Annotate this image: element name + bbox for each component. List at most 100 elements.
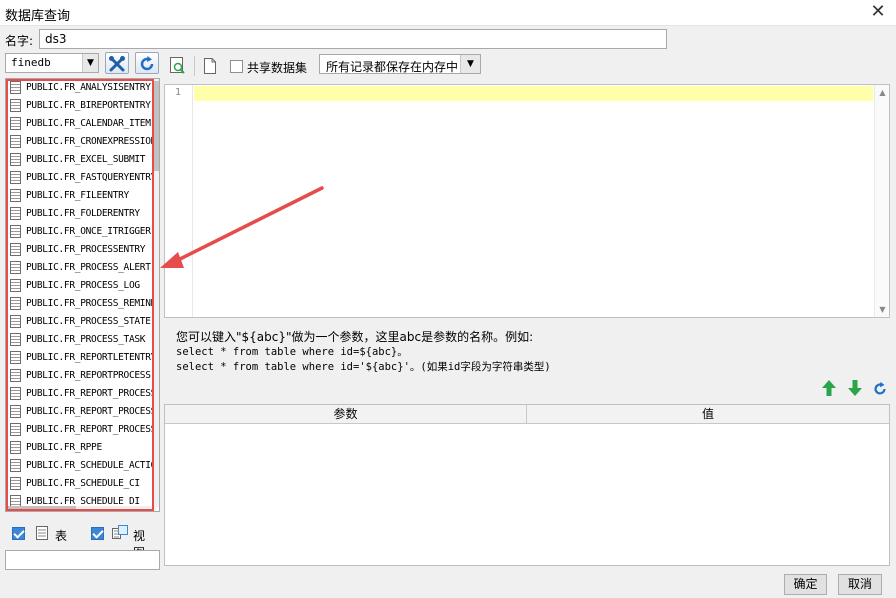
datasource-value: finedb (11, 56, 51, 69)
table-name: PUBLIC.FR_EXCEL_SUBMIT (26, 154, 146, 165)
column-header-param[interactable]: 参数 (165, 405, 527, 424)
table-search-input[interactable] (5, 550, 160, 570)
table-icon (10, 243, 21, 256)
chevron-down-icon: ▼ (82, 54, 98, 72)
title-bar: 数据库查询 ✕ (0, 0, 896, 26)
table-name: PUBLIC.FR_SCHEDULE_ACTION (26, 460, 156, 471)
table-name: PUBLIC.FR_PROCESS_LOG (26, 280, 140, 291)
table-list-item[interactable]: PUBLIC.FR_PROCESS_STATE (6, 313, 156, 331)
table-name: PUBLIC.FR_FOLDERENTRY (26, 208, 140, 219)
table-list-item[interactable]: PUBLIC.FR_ONCE_ITRIGGER (6, 223, 156, 241)
table-list-item[interactable]: PUBLIC.FR_REPORTLETENTRY (6, 349, 156, 367)
share-dataset-label: 共享数据集 (247, 61, 308, 75)
table-list-item[interactable]: PUBLIC.FR_EXCEL_SUBMIT (6, 151, 156, 169)
table-icon (10, 369, 21, 382)
connection-settings-button[interactable] (105, 52, 129, 74)
table-list-item[interactable]: PUBLIC.FR_REPORT_PROCESS (6, 385, 156, 403)
table-name: PUBLIC.FR_PROCESS_REMIND (26, 298, 156, 309)
table-name: PUBLIC.FR_PROCESS_ALERT (26, 262, 151, 273)
parameter-hint: 您可以键入"${abc}"做为一个参数，这里abc是参数的名称。例如: sele… (176, 330, 551, 375)
column-header-value[interactable]: 值 (527, 405, 889, 424)
table-name: PUBLIC.FR_CRONEXPRESSION (26, 136, 156, 147)
preview-icon[interactable] (170, 57, 186, 78)
table-list-item[interactable]: PUBLIC.FR_FOLDERENTRY (6, 205, 156, 223)
table-name: PUBLIC.FR_FASTQUERYENTRY (26, 172, 156, 183)
table-list-item[interactable]: PUBLIC.FR_PROCESSENTRY (6, 241, 156, 259)
name-input[interactable] (39, 29, 667, 49)
table-list[interactable]: PUBLIC.FR_ANALYSISENTRY PUBLIC.FR_BIREPOR… (5, 78, 160, 512)
table-list-item[interactable]: PUBLIC.FR_RPPE (6, 439, 156, 457)
table-name: PUBLIC.FR_ONCE_ITRIGGER (26, 226, 151, 237)
table-icon (10, 225, 21, 238)
table-list-item[interactable]: PUBLIC.FR_BIREPORTENTRY (6, 97, 156, 115)
name-label: 名字: (5, 34, 34, 48)
view-checkbox[interactable] (91, 527, 104, 540)
table-icon (10, 459, 21, 472)
scroll-thumb[interactable] (154, 81, 159, 171)
hint-line-3: select * from table where id='${abc}'。(如… (176, 361, 551, 373)
vertical-scrollbar[interactable] (154, 79, 159, 507)
hint-line-2: select * from table where id=${abc}。 (176, 346, 408, 358)
table-name: PUBLIC.FR_REPORT_PROCESS_TASK (26, 424, 156, 435)
table-list-item[interactable]: PUBLIC.FR_PROCESS_LOG (6, 277, 156, 295)
table-list-item[interactable]: PUBLIC.FR_REPORT_PROCESS_TASK (6, 421, 156, 439)
ok-button[interactable]: 确定 (784, 574, 827, 595)
close-icon[interactable]: ✕ (866, 1, 890, 25)
refresh-icon (140, 56, 154, 71)
cancel-button[interactable]: 取消 (838, 574, 882, 595)
table-list-item[interactable]: PUBLIC.FR_FASTQUERYENTRY (6, 169, 156, 187)
table-icon (10, 297, 21, 310)
refresh-params-icon[interactable] (872, 381, 888, 400)
table-icon (10, 81, 21, 94)
memory-mode-select[interactable]: 所有记录都保存在内存中 ▼ (319, 54, 481, 74)
refresh-tables-button[interactable] (135, 52, 159, 74)
table-list-item[interactable]: PUBLIC.FR_ANALYSISENTRY (6, 79, 156, 97)
table-name: PUBLIC.FR_PROCESS_TASK (26, 334, 146, 345)
horizontal-scrollbar[interactable] (6, 506, 156, 511)
table-icon (10, 189, 21, 202)
new-document-icon[interactable] (204, 58, 216, 77)
share-dataset-checkbox[interactable] (230, 60, 243, 73)
table-icon (10, 99, 21, 112)
table-list-item[interactable]: PUBLIC.FR_CRONEXPRESSION (6, 133, 156, 151)
table-filter-label: 表 (55, 529, 68, 543)
table-name: PUBLIC.FR_CALENDAR_ITEM (26, 118, 151, 129)
scroll-thumb[interactable] (8, 506, 76, 511)
table-list-item[interactable]: PUBLIC.FR_FILEENTRY (6, 187, 156, 205)
table-list-item[interactable]: PUBLIC.FR_PROCESS_ALERT (6, 259, 156, 277)
table-icon (10, 441, 21, 454)
scroll-down-icon[interactable]: ▼ (875, 302, 889, 317)
table-list-item[interactable]: PUBLIC.FR_CALENDAR_ITEM (6, 115, 156, 133)
sql-editor[interactable]: 1 ▲ ▼ (164, 84, 890, 318)
datasource-select[interactable]: finedb ▼ (5, 53, 99, 73)
table-list-item[interactable]: PUBLIC.FR_REPORT_PROCESS_LOG (6, 403, 156, 421)
line-number: 1 (174, 87, 181, 98)
table-items: PUBLIC.FR_ANALYSISENTRY PUBLIC.FR_BIREPOR… (6, 79, 156, 511)
move-up-icon[interactable] (822, 380, 836, 399)
table-name: PUBLIC.FR_REPORT_PROCESS_LOG (26, 406, 156, 417)
table-list-item[interactable]: PUBLIC.FR_PROCESS_TASK (6, 331, 156, 349)
table-icon (10, 135, 21, 148)
editor-gutter: 1 (165, 85, 193, 317)
table-name: PUBLIC.FR_PROCESSENTRY (26, 244, 146, 255)
table-icon (10, 207, 21, 220)
current-line-highlight (194, 86, 873, 101)
table-list-item[interactable]: PUBLIC.FR_SCHEDULE_CI (6, 475, 156, 493)
table-list-item[interactable]: PUBLIC.FR_PROCESS_REMIND (6, 295, 156, 313)
table-icon (10, 387, 21, 400)
parameter-table[interactable]: 参数 值 (164, 404, 890, 566)
table-icon (10, 117, 21, 130)
table-checkbox[interactable] (12, 527, 25, 540)
table-name: PUBLIC.FR_REPORT_PROCESS (26, 388, 156, 399)
table-name: PUBLIC.FR_REPORTPROCESS (26, 370, 151, 381)
table-list-item[interactable]: PUBLIC.FR_SCHEDULE_ACTION (6, 457, 156, 475)
window-title: 数据库查询 (5, 9, 71, 24)
move-down-icon[interactable] (848, 380, 862, 399)
table-icon (10, 315, 21, 328)
table-name: PUBLIC.FR_REPORTLETENTRY (26, 352, 156, 363)
scroll-up-icon[interactable]: ▲ (875, 85, 889, 100)
table-icon (10, 333, 21, 346)
table-icon (10, 351, 21, 364)
table-list-item[interactable]: PUBLIC.FR_REPORTPROCESS (6, 367, 156, 385)
editor-scrollbar[interactable]: ▲ ▼ (874, 85, 889, 317)
